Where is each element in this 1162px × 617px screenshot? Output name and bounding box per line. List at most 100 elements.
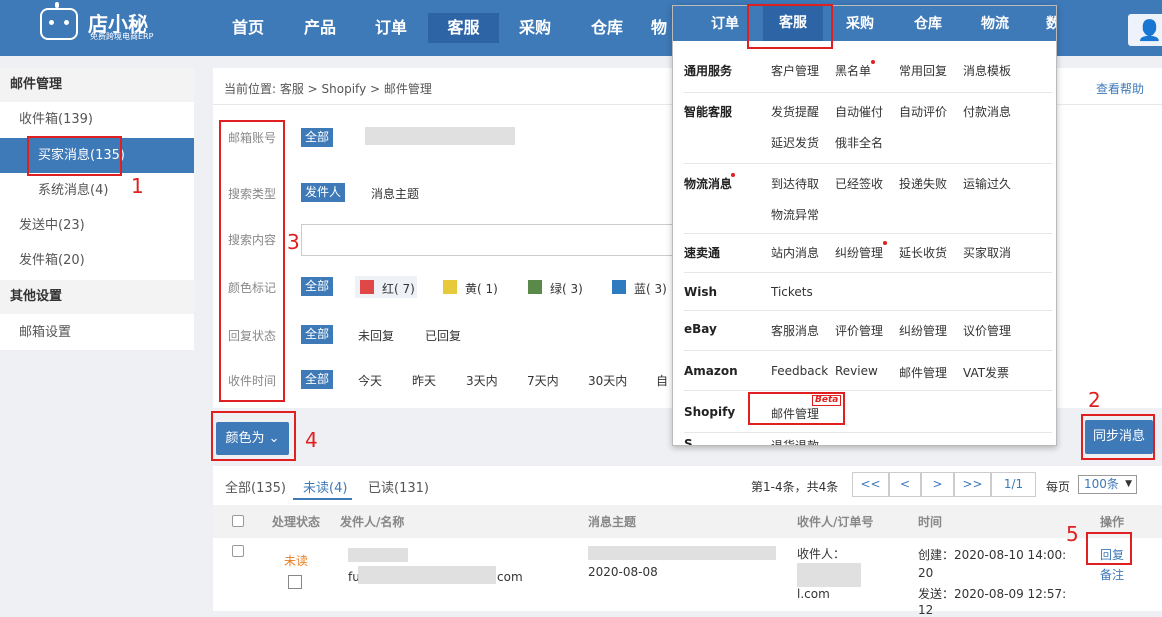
- pager-first[interactable]: <<: [852, 472, 889, 497]
- row-subject[interactable]: 2020-08-08: [588, 565, 658, 579]
- dd-nav-purchase[interactable]: 采购: [846, 13, 874, 33]
- dd-nav-warehouse[interactable]: 仓库: [914, 13, 942, 33]
- pager-summary: 第1-4条，共4条: [751, 480, 839, 494]
- tab-unread[interactable]: 未读(4): [303, 477, 347, 496]
- select-all-checkbox[interactable]: [232, 515, 244, 527]
- dd-item-ebay-dispute[interactable]: 纠纷管理: [899, 322, 947, 339]
- dd-item-pay-msg[interactable]: 付款消息: [963, 103, 1011, 120]
- row-checkbox[interactable]: [232, 545, 244, 557]
- search-type-subject[interactable]: 消息主题: [371, 185, 419, 202]
- th-sender: 发件人/名称: [340, 515, 405, 529]
- nav-purchase[interactable]: 采购: [500, 13, 570, 43]
- dd-item-customer-mgmt[interactable]: 客户管理: [771, 62, 819, 79]
- dd-cat-s: S: [684, 437, 693, 445]
- time-3days[interactable]: 3天内: [466, 372, 498, 389]
- dd-nav-order[interactable]: 订单: [711, 13, 739, 33]
- dd-item-buyer-cancel[interactable]: 买家取消: [963, 244, 1011, 261]
- dd-item-returns[interactable]: 退货退款: [771, 437, 819, 445]
- dd-nav-logistics[interactable]: 物流: [981, 13, 1009, 33]
- dd-item-arrived[interactable]: 到达待取: [771, 175, 819, 192]
- pager-last[interactable]: >>: [954, 472, 991, 497]
- row-recipient-end: l.com: [797, 587, 830, 601]
- dd-item-delay-ship[interactable]: 延迟发货: [771, 134, 819, 151]
- row-recipient-label: 收件人：: [797, 547, 846, 561]
- dd-nav-data[interactable]: 数: [1046, 13, 1056, 33]
- dd-item-deliver-fail[interactable]: 投递失败: [899, 175, 947, 192]
- dd-cat-logistics: 物流消息: [684, 177, 733, 191]
- dd-item-auto-urge[interactable]: 自动催付: [835, 103, 883, 120]
- color-swatch-blue[interactable]: [612, 280, 626, 294]
- pager-prev[interactable]: <: [889, 472, 921, 497]
- robot-logo-icon[interactable]: [40, 2, 78, 40]
- time-today[interactable]: 今天: [358, 372, 382, 389]
- nav-order[interactable]: 订单: [356, 13, 426, 43]
- dd-item-ebay-bargain[interactable]: 议价管理: [963, 322, 1011, 339]
- sidebar-item-sending[interactable]: 发送中(23): [0, 208, 194, 243]
- nav-warehouse[interactable]: 仓库: [572, 13, 642, 43]
- dd-item-vat[interactable]: VAT发票: [963, 364, 1009, 381]
- color-swatch-green[interactable]: [528, 280, 542, 294]
- filter-time-all[interactable]: 全部: [301, 370, 334, 389]
- filter-color-all[interactable]: 全部: [301, 277, 334, 296]
- dd-item-feedback[interactable]: Feedback: [771, 364, 828, 378]
- time-yesterday[interactable]: 昨天: [412, 372, 436, 389]
- dd-item-logistics-exception[interactable]: 物流异常: [771, 206, 819, 223]
- note-link[interactable]: 备注: [1100, 566, 1124, 583]
- color-red-label[interactable]: 红( 7): [382, 280, 415, 297]
- dd-item-site-msg[interactable]: 站内消息: [771, 244, 819, 261]
- color-swatch-red[interactable]: [360, 280, 374, 294]
- th-subject: 消息主题: [588, 515, 637, 529]
- search-type-sender[interactable]: 发件人: [301, 183, 346, 202]
- sidebar-item-outbox[interactable]: 发件箱(20): [0, 243, 194, 278]
- tab-read[interactable]: 已读(131): [368, 477, 429, 496]
- nav-logistics[interactable]: 物: [644, 13, 674, 43]
- dd-item-auto-review[interactable]: 自动评价: [899, 103, 947, 120]
- nav-product[interactable]: 产品: [285, 13, 355, 43]
- time-7days[interactable]: 7天内: [527, 372, 559, 389]
- search-input[interactable]: [301, 224, 721, 256]
- annotation-box-2: [1081, 414, 1155, 460]
- sidebar-item-system-messages[interactable]: 系统消息(4): [0, 173, 194, 208]
- per-page-select[interactable]: 100条 ▼: [1078, 475, 1137, 494]
- dd-item-extend-receipt[interactable]: 延长收货: [899, 244, 947, 261]
- dd-item-ship-remind[interactable]: 发货提醒: [771, 103, 819, 120]
- dd-item-transit-long[interactable]: 运输过久: [963, 175, 1011, 192]
- row-sent: 发送：2020-08-09 12:57:: [918, 587, 1067, 601]
- dd-item-ru-fullname[interactable]: 俄非全名: [835, 134, 883, 151]
- color-swatch-yellow[interactable]: [443, 280, 457, 294]
- dd-item-dispute[interactable]: 纠纷管理: [835, 244, 883, 261]
- dd-item-blacklist[interactable]: 黑名单: [835, 62, 871, 79]
- logo-tagline: 免费跨境电商ERP: [90, 32, 154, 41]
- sidebar-item-inbox[interactable]: 收件箱(139): [0, 102, 194, 137]
- sidebar-item-mail-settings[interactable]: 邮箱设置: [0, 315, 194, 350]
- tab-all[interactable]: 全部(135): [225, 477, 286, 496]
- dd-divider: [684, 432, 1052, 433]
- reply-unreplied[interactable]: 未回复: [358, 327, 394, 344]
- reply-replied[interactable]: 已回复: [425, 327, 461, 344]
- filter-mailbox-all[interactable]: 全部: [301, 128, 334, 147]
- dd-item-msg-template[interactable]: 消息模板: [963, 62, 1011, 79]
- dd-item-common-reply[interactable]: 常用回复: [899, 62, 947, 79]
- nav-home[interactable]: 首页: [213, 13, 283, 43]
- pager-next[interactable]: >: [921, 472, 954, 497]
- time-30days[interactable]: 30天内: [588, 372, 627, 389]
- color-blue-label[interactable]: 蓝( 3): [634, 280, 667, 297]
- dd-item-signed[interactable]: 已经签收: [835, 175, 883, 192]
- dd-item-ebay-review[interactable]: 评价管理: [835, 322, 883, 339]
- dd-cat-smart: 智能客服: [684, 105, 733, 119]
- dd-divider: [684, 163, 1052, 164]
- nav-service[interactable]: 客服: [428, 13, 499, 43]
- user-button[interactable]: 👤: [1128, 14, 1162, 46]
- dd-item-amazon-mail[interactable]: 邮件管理: [899, 364, 947, 381]
- annotation-box-shopify-mail: [748, 392, 845, 425]
- help-link[interactable]: 查看帮助: [1096, 80, 1144, 97]
- time-custom[interactable]: 自: [656, 372, 668, 389]
- dd-item-review[interactable]: Review: [835, 364, 878, 378]
- row-mark-checkbox[interactable]: [288, 575, 302, 589]
- filter-reply-all[interactable]: 全部: [301, 325, 334, 344]
- dd-item-ebay-msg[interactable]: 客服消息: [771, 322, 819, 339]
- color-yellow-label[interactable]: 黄( 1): [465, 280, 498, 297]
- new-dot-icon: [883, 241, 887, 245]
- color-green-label[interactable]: 绿( 3): [550, 280, 583, 297]
- dd-item-tickets[interactable]: Tickets: [771, 285, 813, 299]
